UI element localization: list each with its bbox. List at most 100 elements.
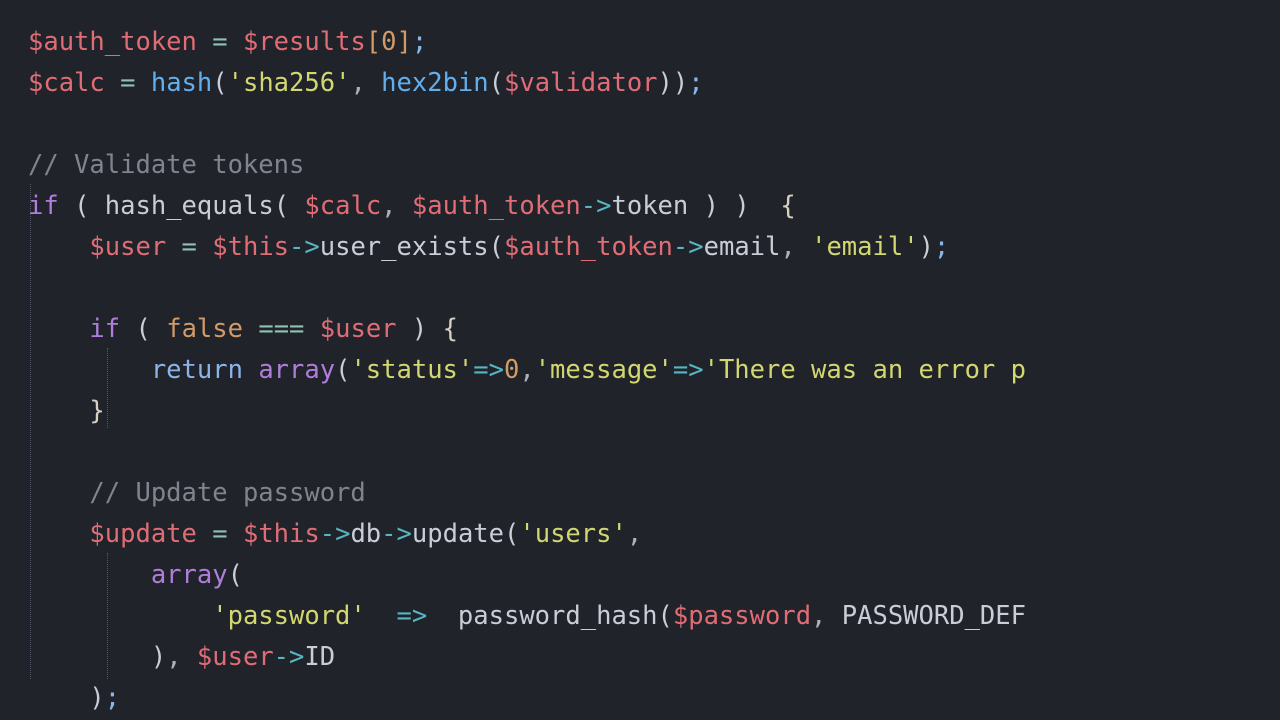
code-line[interactable]: // Validate tokens bbox=[0, 145, 1280, 186]
code-token: $update bbox=[89, 519, 197, 549]
code-token: , bbox=[350, 68, 366, 98]
code-token: -> bbox=[381, 519, 412, 549]
code-token: $user bbox=[89, 232, 167, 262]
code-token: 'status' bbox=[350, 355, 474, 385]
code-token: $password bbox=[672, 601, 812, 631]
code-line[interactable] bbox=[0, 268, 1280, 309]
code-token: => bbox=[396, 601, 428, 631]
code-token: ) bbox=[411, 314, 428, 344]
code-token: ; bbox=[688, 68, 704, 98]
code-token: password_hash bbox=[457, 601, 658, 631]
code-token: update bbox=[411, 519, 505, 549]
code-line[interactable]: ), $user->ID bbox=[0, 637, 1280, 678]
code-token: , bbox=[381, 191, 397, 221]
code-token: ( bbox=[135, 314, 151, 344]
code-token: hash_equals bbox=[104, 191, 274, 221]
code-token: } bbox=[89, 396, 105, 426]
code-token: ( bbox=[273, 191, 290, 221]
code-token: -> bbox=[319, 519, 351, 549]
code-token: $user bbox=[319, 314, 397, 344]
code-token: [ bbox=[365, 27, 382, 57]
code-line[interactable]: 'password' => password_hash($password, P… bbox=[0, 596, 1280, 637]
code-line[interactable]: if ( false === $user ) { bbox=[0, 309, 1280, 350]
code-line[interactable]: $calc = hash('sha256', hex2bin($validato… bbox=[0, 63, 1280, 104]
code-token: ( bbox=[488, 232, 504, 262]
code-token: ( bbox=[488, 68, 504, 98]
code-token: ( bbox=[212, 68, 228, 98]
code-token: 'There was an error p bbox=[703, 355, 1026, 385]
code-line[interactable]: $auth_token = $results[0]; bbox=[0, 22, 1280, 63]
code-line[interactable]: ); bbox=[0, 678, 1280, 719]
code-token: $validator bbox=[504, 68, 658, 98]
code-line[interactable]: // Update password bbox=[0, 473, 1280, 514]
code-token: $auth_token bbox=[504, 232, 673, 262]
code-token: ( bbox=[504, 519, 520, 549]
code-token: if bbox=[28, 191, 59, 221]
code-token: hash bbox=[150, 68, 213, 98]
code-token: -> bbox=[289, 232, 320, 262]
code-token: // Update password bbox=[89, 478, 366, 508]
code-line[interactable]: if ( hash_equals( $calc, $auth_token->to… bbox=[0, 186, 1280, 227]
code-token: false bbox=[166, 314, 243, 344]
code-token: db bbox=[350, 519, 382, 549]
code-line[interactable]: } bbox=[0, 391, 1280, 432]
code-editor[interactable]: $auth_token = $results[0]; $calc = hash('… bbox=[0, 0, 1280, 720]
code-token: = bbox=[212, 27, 228, 57]
code-line[interactable]: return array('status'=>0,'message'=>'The… bbox=[0, 350, 1280, 391]
code-token: token bbox=[611, 191, 689, 221]
code-token: ] bbox=[396, 27, 412, 57]
code-token: { bbox=[780, 191, 796, 221]
code-token: ) bbox=[703, 191, 719, 221]
code-token: return bbox=[150, 355, 243, 385]
code-token: // Validate tokens bbox=[28, 150, 305, 180]
code-token: ; bbox=[933, 232, 950, 262]
code-token: , bbox=[811, 601, 827, 631]
code-token: ; bbox=[411, 27, 428, 57]
code-line[interactable]: array( bbox=[0, 555, 1280, 596]
code-line[interactable]: $user = $this->user_exists($auth_token->… bbox=[0, 227, 1280, 268]
code-token: , bbox=[626, 519, 643, 549]
code-token: PASSWORD_DEF bbox=[841, 601, 1026, 631]
code-token: , bbox=[780, 232, 796, 262]
code-token: 'sha256' bbox=[227, 68, 351, 98]
code-token: 'password' bbox=[212, 601, 366, 631]
code-token: = bbox=[181, 232, 197, 262]
code-line[interactable] bbox=[0, 104, 1280, 145]
code-token: ) bbox=[734, 191, 750, 221]
code-token: ( bbox=[227, 560, 243, 590]
code-token: $auth_token bbox=[411, 191, 581, 221]
code-line[interactable]: $update = $this->db->update('users', bbox=[0, 514, 1280, 555]
code-content[interactable]: $auth_token = $results[0]; $calc = hash('… bbox=[0, 0, 1280, 719]
code-line[interactable] bbox=[0, 432, 1280, 473]
